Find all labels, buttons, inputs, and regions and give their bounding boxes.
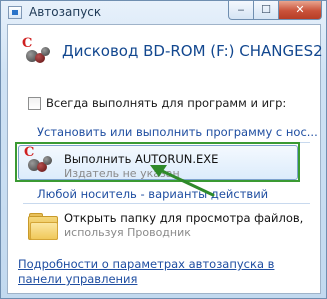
- title-bar[interactable]: Автозапуск ‒ ☐ ✕: [1, 1, 327, 24]
- window-icon: [8, 6, 22, 19]
- close-button[interactable]: ✕: [279, 1, 322, 20]
- dialog-body: C Дисковод BD-ROM (F:) CHANGES2 Всегда в…: [7, 24, 323, 294]
- annotation-arrow-icon: [150, 165, 215, 197]
- minimize-button[interactable]: ‒: [228, 1, 254, 20]
- autoplay-window: Автозапуск ‒ ☐ ✕ C Дисковод BD-ROM (F:) …: [0, 0, 327, 299]
- maximize-button[interactable]: ☐: [254, 1, 279, 20]
- window-title: Автозапуск: [29, 5, 102, 19]
